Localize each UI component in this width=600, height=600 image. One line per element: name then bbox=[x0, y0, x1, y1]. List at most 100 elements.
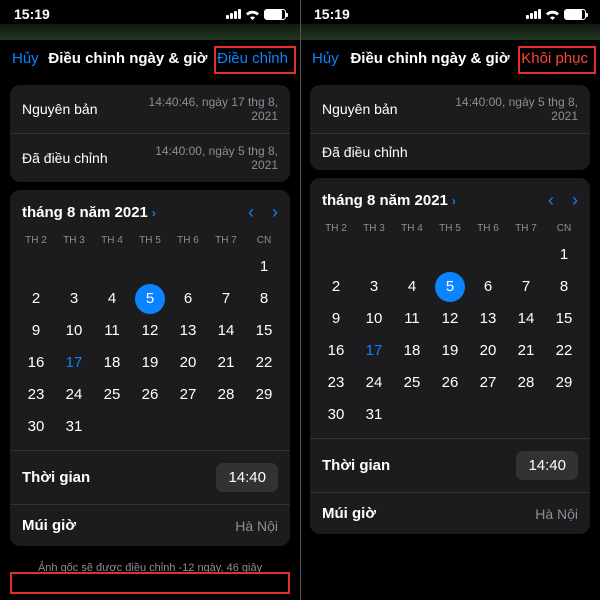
weekday-label: TH 6 bbox=[170, 231, 206, 250]
calendar-day[interactable]: 25 bbox=[97, 380, 127, 410]
calendar-day[interactable]: 21 bbox=[211, 348, 241, 378]
calendar-day[interactable]: 7 bbox=[211, 284, 241, 314]
calendar-day[interactable]: 6 bbox=[473, 272, 503, 302]
calendar-day[interactable]: 9 bbox=[321, 304, 351, 334]
timezone-row[interactable]: Múi giờ Hà Nội bbox=[10, 504, 290, 546]
calendar-card: tháng 8 năm 2021 › ‹ › TH 2TH 3TH 4TH 5T… bbox=[10, 190, 290, 546]
calendar-day[interactable]: 11 bbox=[97, 316, 127, 346]
calendar-day[interactable]: 26 bbox=[435, 368, 465, 398]
adjusted-label: Đã điều chỉnh bbox=[322, 144, 408, 160]
calendar-day[interactable]: 19 bbox=[435, 336, 465, 366]
original-label: Nguyên bản bbox=[22, 101, 98, 117]
calendar-day[interactable]: 2 bbox=[321, 272, 351, 302]
calendar-day[interactable]: 11 bbox=[397, 304, 427, 334]
month-picker[interactable]: tháng 8 năm 2021 › bbox=[22, 204, 156, 221]
prev-month-button[interactable]: ‹ bbox=[548, 190, 554, 211]
calendar-day[interactable]: 18 bbox=[97, 348, 127, 378]
calendar-day[interactable]: 21 bbox=[511, 336, 541, 366]
cancel-button[interactable]: Hủy bbox=[12, 50, 39, 67]
calendar-day[interactable]: 17 bbox=[59, 348, 89, 378]
adjusted-row: Đã điều chỉnh 14:40:00, ngày 5 thg 8, 20… bbox=[10, 133, 290, 182]
next-month-button[interactable]: › bbox=[272, 202, 278, 223]
calendar-header: tháng 8 năm 2021 › ‹ › bbox=[310, 178, 590, 219]
calendar-day[interactable]: 3 bbox=[59, 284, 89, 314]
time-row[interactable]: Thời gian 14:40 bbox=[310, 438, 590, 492]
status-icons bbox=[226, 9, 286, 20]
calendar-day[interactable]: 17 bbox=[359, 336, 389, 366]
calendar-day[interactable]: 20 bbox=[473, 336, 503, 366]
calendar-header: tháng 8 năm 2021 › ‹ › bbox=[10, 190, 290, 231]
tz-value: Hà Nội bbox=[235, 518, 278, 534]
timezone-row[interactable]: Múi giờ Hà Nội bbox=[310, 492, 590, 534]
calendar-day[interactable]: 12 bbox=[435, 304, 465, 334]
calendar-day[interactable]: 9 bbox=[21, 316, 51, 346]
adjusted-label: Đã điều chỉnh bbox=[22, 150, 108, 166]
time-value[interactable]: 14:40 bbox=[516, 451, 578, 480]
weekday-label: CN bbox=[546, 219, 582, 238]
calendar-day[interactable]: 30 bbox=[321, 400, 351, 430]
calendar-day[interactable]: 31 bbox=[359, 400, 389, 430]
calendar-day[interactable]: 29 bbox=[549, 368, 579, 398]
calendar-day[interactable]: 6 bbox=[173, 284, 203, 314]
calendar-day[interactable]: 27 bbox=[473, 368, 503, 398]
calendar-day[interactable]: 3 bbox=[359, 272, 389, 302]
month-label: tháng 8 năm 2021 bbox=[22, 204, 148, 221]
calendar-day[interactable]: 10 bbox=[59, 316, 89, 346]
calendar-day[interactable]: 1 bbox=[249, 252, 279, 282]
calendar-day[interactable]: 16 bbox=[321, 336, 351, 366]
time-value[interactable]: 14:40 bbox=[216, 463, 278, 492]
calendar-day[interactable]: 25 bbox=[397, 368, 427, 398]
calendar-day[interactable]: 22 bbox=[249, 348, 279, 378]
calendar-day[interactable]: 10 bbox=[359, 304, 389, 334]
calendar-day[interactable]: 24 bbox=[359, 368, 389, 398]
calendar-day[interactable]: 15 bbox=[249, 316, 279, 346]
calendar-day[interactable]: 14 bbox=[211, 316, 241, 346]
wifi-icon bbox=[545, 9, 560, 20]
tz-label: Múi giờ bbox=[22, 517, 76, 534]
month-picker[interactable]: tháng 8 năm 2021 › bbox=[322, 192, 456, 209]
highlight-footer bbox=[10, 572, 290, 594]
calendar-day[interactable]: 4 bbox=[97, 284, 127, 314]
calendar-day[interactable]: 23 bbox=[21, 380, 51, 410]
calendar-day[interactable]: 31 bbox=[59, 412, 89, 442]
calendar-day[interactable]: 12 bbox=[135, 316, 165, 346]
calendar-day[interactable]: 28 bbox=[511, 368, 541, 398]
calendar-day[interactable]: 26 bbox=[135, 380, 165, 410]
calendar-day[interactable]: 22 bbox=[549, 336, 579, 366]
calendar-day[interactable]: 14 bbox=[511, 304, 541, 334]
calendar-day[interactable]: 19 bbox=[135, 348, 165, 378]
calendar-day[interactable]: 2 bbox=[21, 284, 51, 314]
calendar-day[interactable]: 4 bbox=[397, 272, 427, 302]
calendar-day[interactable]: 20 bbox=[173, 348, 203, 378]
calendar-day[interactable]: 5 bbox=[435, 272, 465, 302]
chevron-right-icon: › bbox=[452, 194, 456, 208]
calendar-day[interactable]: 1 bbox=[549, 240, 579, 270]
original-row: Nguyên bản 14:40:46, ngày 17 thg 8, 2021 bbox=[10, 85, 290, 133]
calendar-day[interactable]: 16 bbox=[21, 348, 51, 378]
status-bar: 15:19 bbox=[0, 0, 300, 24]
calendar-day[interactable]: 24 bbox=[59, 380, 89, 410]
calendar-day[interactable]: 29 bbox=[249, 380, 279, 410]
calendar-day[interactable]: 30 bbox=[21, 412, 51, 442]
cancel-button[interactable]: Hủy bbox=[312, 50, 339, 67]
weekday-label: TH 4 bbox=[94, 231, 130, 250]
calendar-day[interactable]: 27 bbox=[173, 380, 203, 410]
calendar-day[interactable]: 23 bbox=[321, 368, 351, 398]
calendar-day[interactable]: 8 bbox=[549, 272, 579, 302]
status-bar: 15:19 bbox=[300, 0, 600, 24]
calendar-day[interactable]: 7 bbox=[511, 272, 541, 302]
tz-value: Hà Nội bbox=[535, 506, 578, 522]
adjusted-row: Đã điều chỉnh bbox=[310, 133, 590, 170]
calendar-day[interactable]: 28 bbox=[211, 380, 241, 410]
calendar-day[interactable]: 18 bbox=[397, 336, 427, 366]
calendar-day[interactable]: 13 bbox=[173, 316, 203, 346]
time-row[interactable]: Thời gian 14:40 bbox=[10, 450, 290, 504]
prev-month-button[interactable]: ‹ bbox=[248, 202, 254, 223]
calendar-nav: ‹ › bbox=[248, 202, 278, 223]
calendar-day[interactable]: 13 bbox=[473, 304, 503, 334]
calendar-day[interactable]: 5 bbox=[135, 284, 165, 314]
calendar-day[interactable]: 15 bbox=[549, 304, 579, 334]
weekday-label: TH 3 bbox=[356, 219, 392, 238]
next-month-button[interactable]: › bbox=[572, 190, 578, 211]
calendar-day[interactable]: 8 bbox=[249, 284, 279, 314]
